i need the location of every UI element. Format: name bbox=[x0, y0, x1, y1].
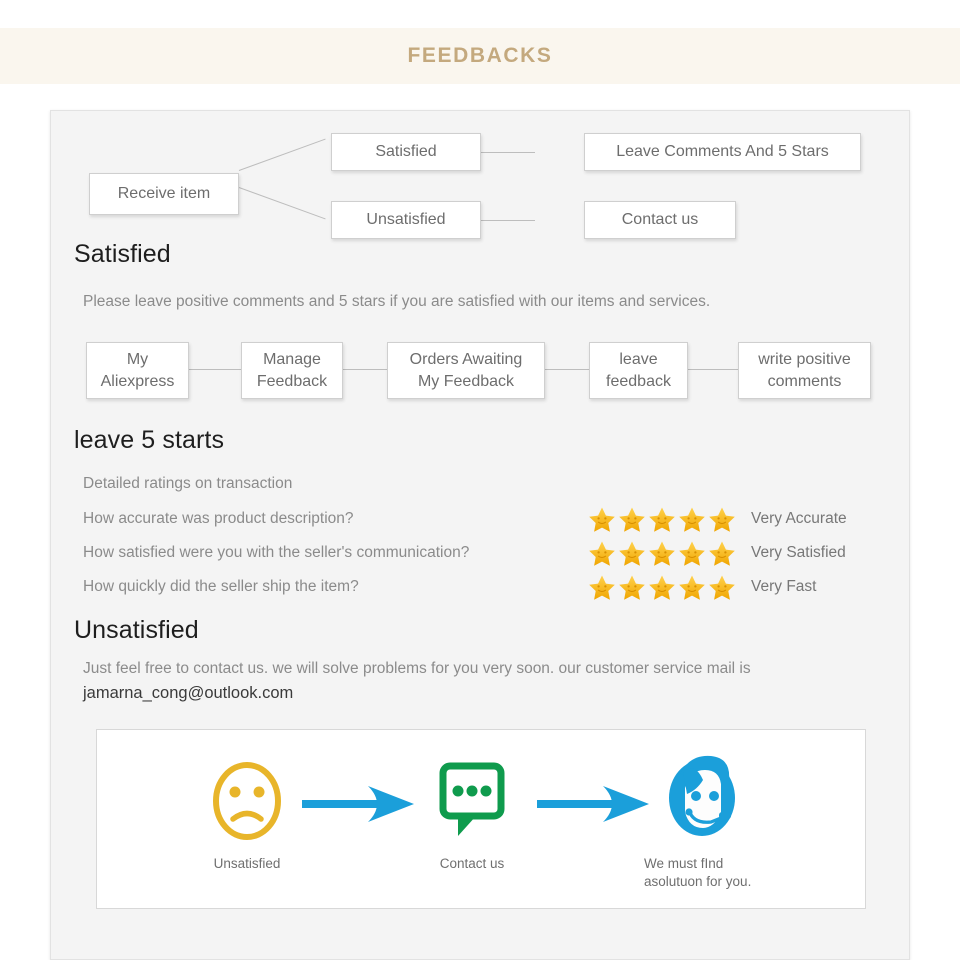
star-icon[interactable] bbox=[588, 506, 616, 533]
support-step-caption: We must fInd asolutuon for you. bbox=[644, 856, 752, 889]
sad-face-icon bbox=[213, 762, 281, 840]
feedback-flow-diagram: Receive item Satisfied Unsatisfied Leave… bbox=[51, 111, 911, 241]
flow-box-receive-item[interactable]: Receive item bbox=[89, 173, 239, 215]
support-agent-icon bbox=[669, 755, 735, 836]
step-label-line2: Aliexpress bbox=[100, 372, 175, 390]
speech-bubble-icon bbox=[439, 762, 505, 836]
star-icon[interactable] bbox=[678, 506, 706, 533]
step-label-line1: leave bbox=[619, 350, 658, 368]
step-label-line1: Manage bbox=[263, 350, 321, 368]
rating-result: Very Fast bbox=[751, 578, 817, 595]
step-box[interactable]: write positive comments bbox=[738, 342, 871, 399]
connector-start-to-satisfied bbox=[238, 138, 326, 171]
step-label-line2: Feedback bbox=[256, 372, 328, 390]
support-step-contact: Contact us bbox=[392, 758, 552, 873]
flow-box-leave-comments-label: Leave Comments And 5 Stars bbox=[616, 143, 829, 161]
feedback-card: Receive item Satisfied Unsatisfied Leave… bbox=[50, 110, 910, 960]
support-email[interactable]: jamarna_cong@outlook.com bbox=[83, 684, 293, 702]
satisfied-steps-chain: My Aliexpress Manage Feedback Orders Awa… bbox=[51, 331, 911, 411]
heading-unsatisfied: Unsatisfied bbox=[74, 616, 199, 644]
flow-box-receive-item-label: Receive item bbox=[117, 185, 211, 203]
step-label-line1: write positive bbox=[758, 350, 851, 368]
star-icon[interactable] bbox=[678, 574, 706, 601]
heading-leave-5-stars: leave 5 starts bbox=[74, 426, 225, 454]
star-icon[interactable] bbox=[648, 506, 676, 533]
star-icon[interactable] bbox=[648, 540, 676, 567]
page-title: FEEDBACKS bbox=[407, 44, 553, 67]
star-rating[interactable] bbox=[588, 540, 736, 567]
support-step-resolution: We must fInd asolutuon for you. bbox=[622, 750, 782, 890]
ratings-subtitle: Detailed ratings on transaction bbox=[83, 475, 293, 492]
rating-question: How accurate was product description? bbox=[83, 510, 354, 527]
star-icon[interactable] bbox=[708, 540, 736, 567]
step-connector-4 bbox=[688, 369, 738, 370]
connector-start-to-unsatisfied bbox=[238, 187, 326, 220]
rating-result: Very Accurate bbox=[751, 510, 847, 527]
step-box[interactable]: Manage Feedback bbox=[241, 342, 343, 399]
step-label-line1: Orders Awaiting bbox=[409, 350, 523, 368]
flow-box-contact-us-label: Contact us bbox=[621, 211, 699, 229]
star-icon[interactable] bbox=[618, 574, 646, 601]
step-label-line1: My bbox=[126, 350, 149, 368]
step-label-line2: comments bbox=[767, 372, 842, 390]
rating-question: How satisfied were you with the seller's… bbox=[83, 544, 470, 561]
unsatisfied-description: Just feel free to contact us. we will so… bbox=[83, 657, 883, 707]
star-icon[interactable] bbox=[678, 540, 706, 567]
flow-box-leave-comments[interactable]: Leave Comments And 5 Stars bbox=[584, 133, 861, 171]
support-step-caption: Unsatisfied bbox=[213, 856, 281, 871]
step-box[interactable]: Orders Awaiting My Feedback bbox=[387, 342, 545, 399]
satisfied-description: Please leave positive comments and 5 sta… bbox=[83, 293, 711, 310]
step-box[interactable]: My Aliexpress bbox=[86, 342, 189, 399]
support-step-caption: Contact us bbox=[439, 856, 505, 871]
star-icon[interactable] bbox=[708, 574, 736, 601]
star-icon[interactable] bbox=[618, 540, 646, 567]
star-icon[interactable] bbox=[618, 506, 646, 533]
heading-satisfied: Satisfied bbox=[74, 240, 171, 268]
step-connector-2 bbox=[343, 369, 387, 370]
star-rating[interactable] bbox=[588, 574, 736, 601]
rating-result: Very Satisfied bbox=[751, 544, 846, 561]
step-connector-1 bbox=[189, 369, 241, 370]
support-flow-panel: Unsatisfied Contact us We must fInd asol… bbox=[96, 729, 866, 909]
star-icon[interactable] bbox=[648, 574, 676, 601]
step-label-line2: My Feedback bbox=[417, 372, 515, 390]
star-icon[interactable] bbox=[588, 540, 616, 567]
star-rating[interactable] bbox=[588, 506, 736, 533]
flow-box-satisfied[interactable]: Satisfied bbox=[331, 133, 481, 171]
feedbacks-banner: FEEDBACKS bbox=[0, 28, 960, 84]
flow-box-unsatisfied-label: Unsatisfied bbox=[366, 211, 446, 229]
star-icon[interactable] bbox=[708, 506, 736, 533]
flow-box-unsatisfied[interactable]: Unsatisfied bbox=[331, 201, 481, 239]
step-box[interactable]: leave feedback bbox=[589, 342, 688, 399]
star-icon[interactable] bbox=[588, 574, 616, 601]
unsatisfied-description-text: Just feel free to contact us. we will so… bbox=[83, 660, 751, 677]
step-connector-3 bbox=[545, 369, 589, 370]
rating-question: How quickly did the seller ship the item… bbox=[83, 578, 359, 595]
step-label-line2: feedback bbox=[606, 372, 671, 390]
flow-box-contact-us[interactable]: Contact us bbox=[584, 201, 736, 239]
flow-box-satisfied-label: Satisfied bbox=[375, 143, 437, 161]
